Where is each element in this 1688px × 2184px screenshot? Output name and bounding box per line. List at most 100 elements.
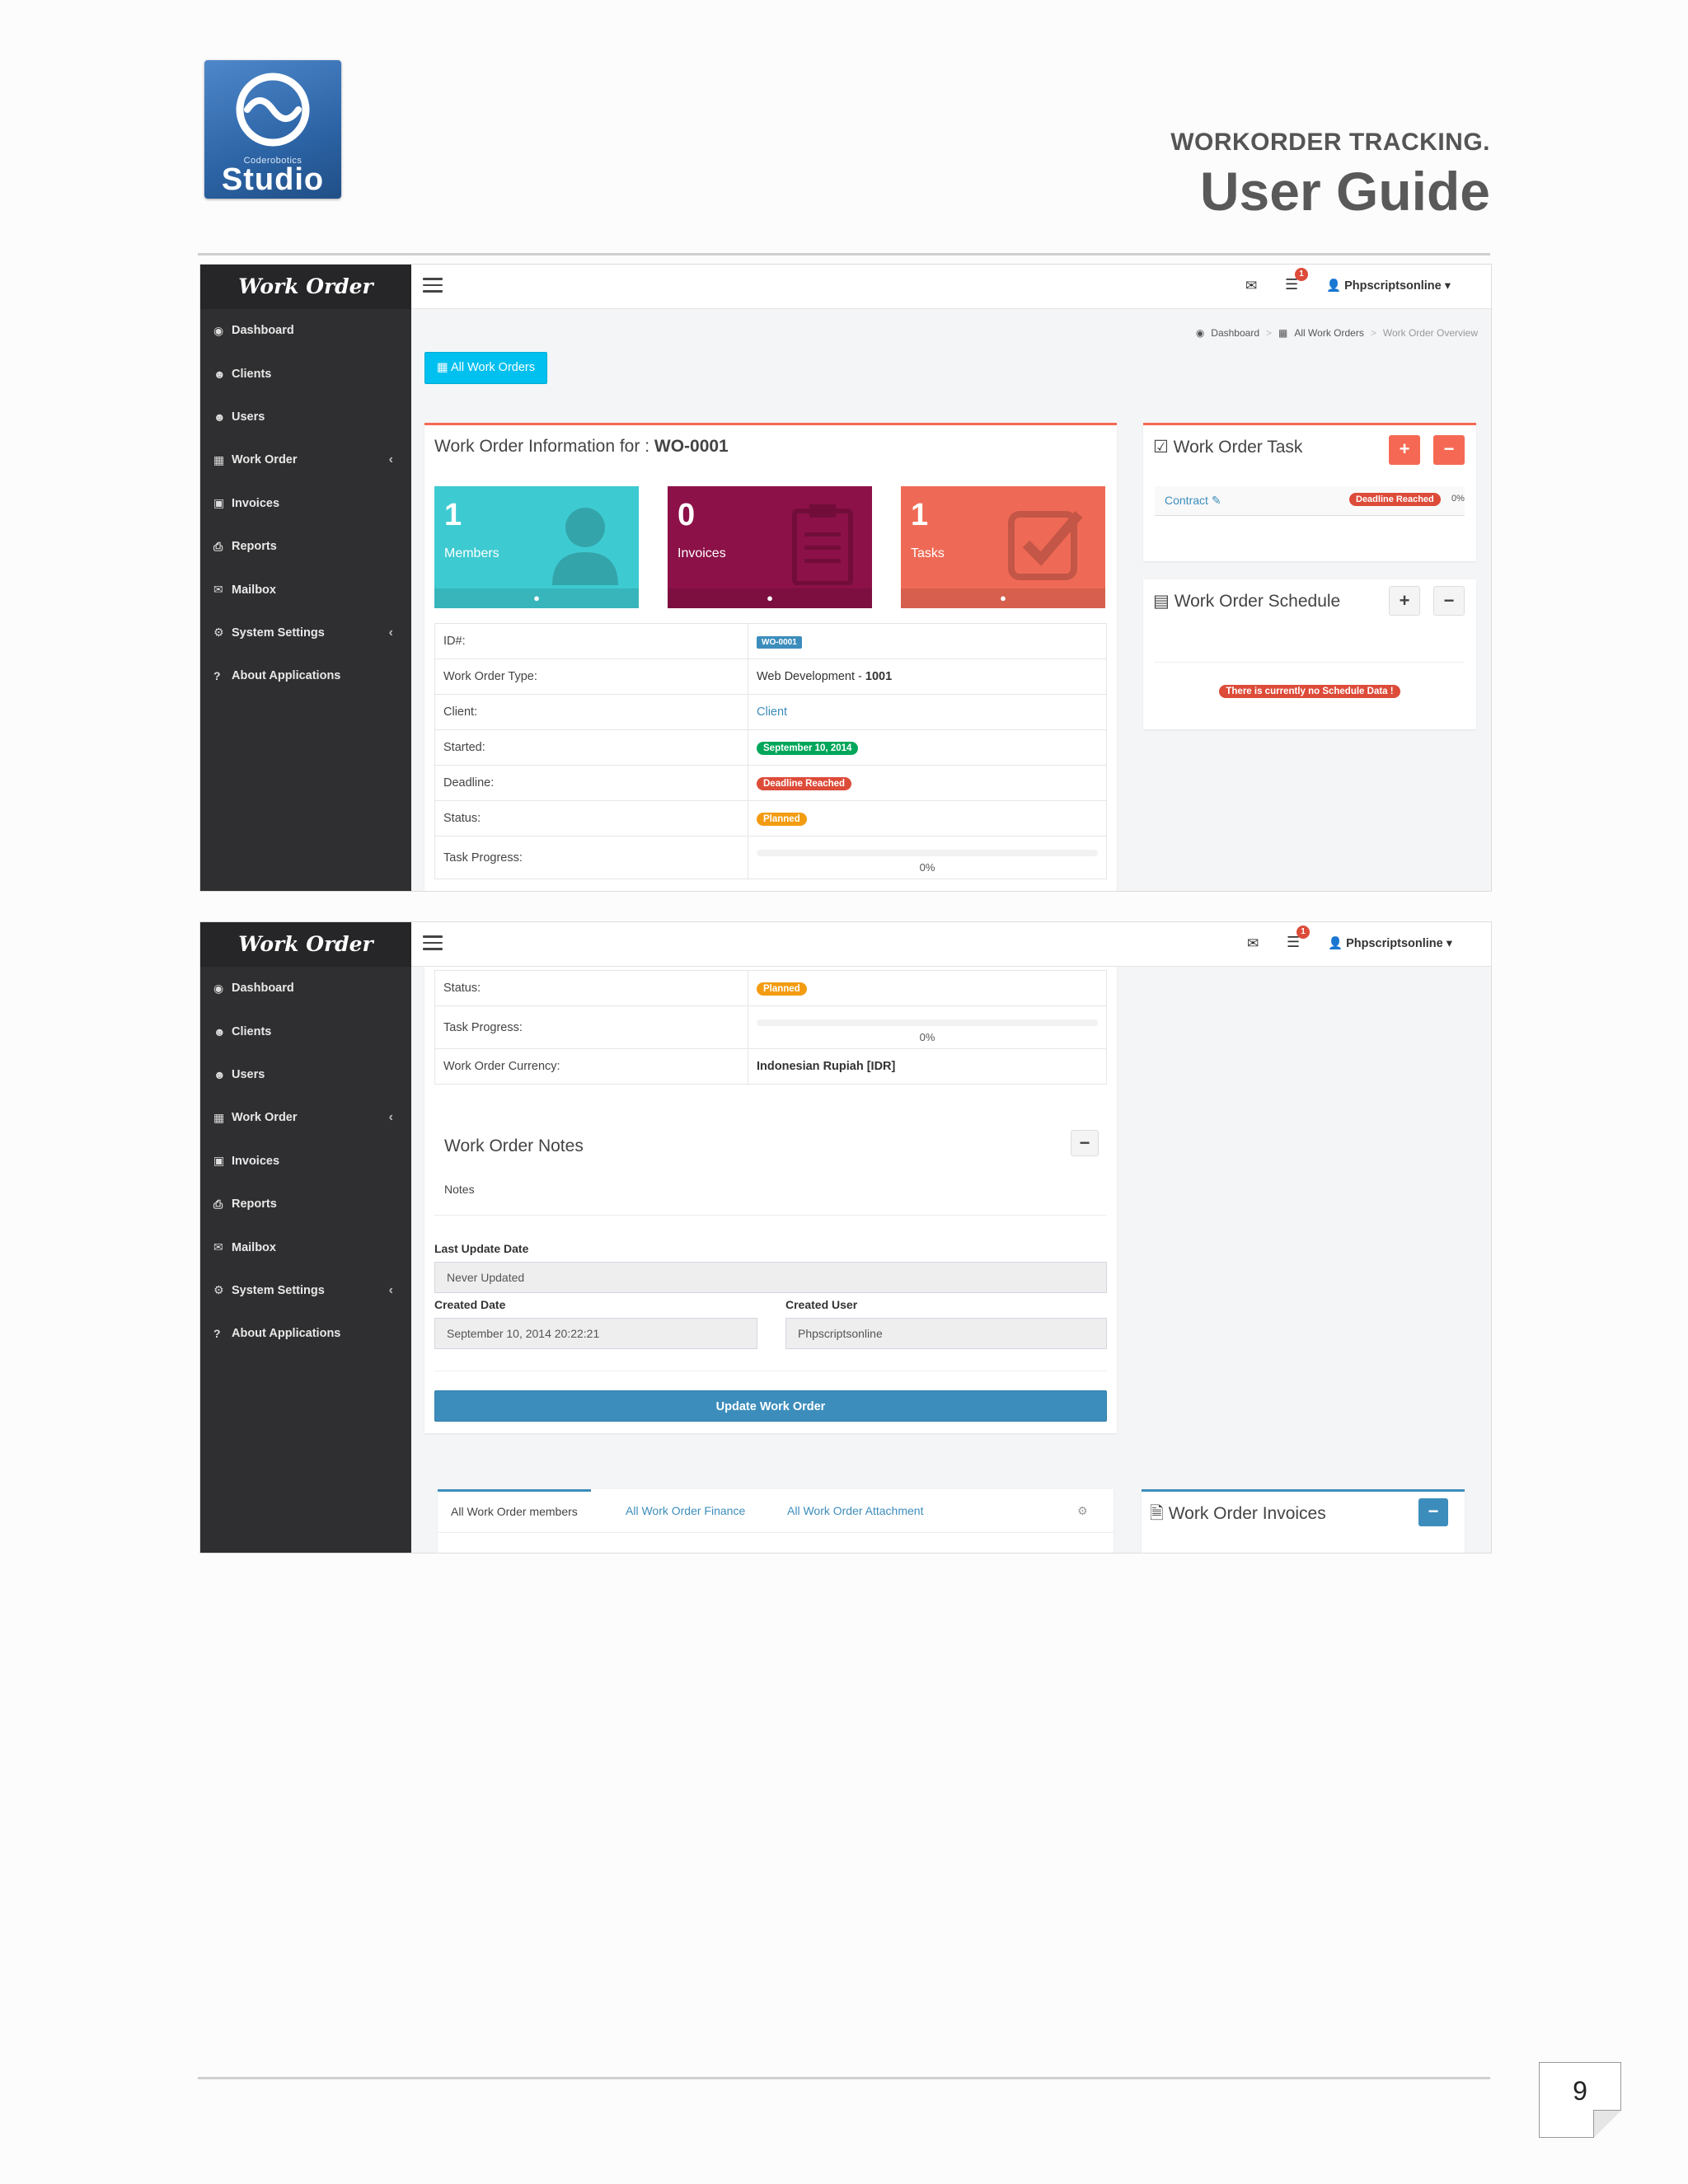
sidebar-item-label: Mailbox (232, 583, 276, 597)
sidebar-item-label: About Applications (232, 1327, 341, 1341)
add-schedule-button[interactable]: + (1389, 586, 1420, 616)
page-curl-icon (1593, 2110, 1621, 2138)
sidebar-item-about-applications[interactable]: ? About Applications (200, 654, 411, 697)
tab-finance[interactable]: All Work Order Finance (626, 1489, 745, 1532)
table-row: Started: September 10, 2014 (434, 729, 1107, 766)
sidebar-item-dashboard[interactable]: ◉ Dashboard (200, 967, 411, 1010)
money-icon: ▣ (213, 496, 225, 510)
sidebar-item-clients[interactable]: ☻ Clients (200, 1010, 411, 1052)
tasks-label: Tasks (911, 546, 945, 560)
dashboard-icon: ◉ (213, 981, 224, 995)
invoices-count: 0 (678, 498, 696, 532)
invoices-tile[interactable]: 0 Invoices ● (668, 486, 872, 608)
all-work-orders-button[interactable]: ▦ All Work Orders (424, 352, 547, 384)
work-order-invoices-title: 🗎 Work Order Invoices (1150, 1504, 1326, 1523)
sidebar-item-work-order[interactable]: ▦ Work Order ‹ (200, 438, 411, 481)
tasks-icon[interactable]: ☰ 1 (1285, 268, 1308, 293)
row-value: WO-0001 (748, 623, 1107, 659)
print-icon: ⎙ (213, 539, 223, 553)
sidebar-item-system-settings[interactable]: ⚙ System Settings ‹ (200, 1269, 411, 1312)
dashboard-icon: ◉ (1195, 327, 1205, 339)
table-row: Client: Client (434, 694, 1107, 730)
last-update-field: Never Updated (434, 1262, 1107, 1293)
breadcrumb-dashboard[interactable]: Dashboard (1211, 327, 1259, 339)
collapse-task-button[interactable]: − (1433, 435, 1465, 465)
work-order-task-title: ☑ Work Order Task (1153, 438, 1303, 457)
sidebar-item-about-applications[interactable]: ? About Applications (200, 1312, 411, 1355)
row-value: Planned (748, 800, 1107, 837)
sidebar-brand[interactable]: Work Order (200, 265, 411, 309)
add-task-button[interactable]: + (1389, 435, 1420, 465)
sidebar-item-work-order[interactable]: ▦ Work Order ‹ (200, 1096, 411, 1139)
chart-icon: ▦ (213, 452, 225, 466)
sidebar-item-label: System Settings (232, 1283, 325, 1297)
collapse-invoices-button[interactable]: − (1418, 1498, 1448, 1526)
deadline-badge: Deadline Reached (757, 776, 852, 790)
task-progress-percent: 0% (919, 1031, 935, 1043)
sidebar-item-mailbox[interactable]: ✉ Mailbox (200, 1226, 411, 1268)
row-value: Indonesian Rupiah [IDR] (748, 1048, 1107, 1085)
collapse-schedule-button[interactable]: − (1433, 586, 1465, 616)
envelope-icon[interactable]: ✉ (1245, 278, 1257, 294)
client-link[interactable]: Client (757, 705, 787, 719)
tab-members[interactable]: All Work Order members (438, 1489, 591, 1532)
main-content: Status: Planned Task Progress: 0% Work Ord… (411, 922, 1491, 1553)
menu-toggle-icon[interactable] (423, 278, 443, 293)
tasks-icon[interactable]: ☰ 1 (1287, 926, 1310, 951)
sidebar-item-invoices[interactable]: ▣ Invoices (200, 1140, 411, 1183)
sidebar-item-users[interactable]: ☻ Users (200, 1053, 411, 1096)
envelope-icon[interactable]: ✉ (1247, 935, 1259, 952)
sidebar: Work Order ◉ Dashboard ☻ Clients ☻ Users ▦ W… (200, 265, 411, 891)
menu-toggle-icon[interactable] (423, 935, 443, 950)
row-label: Task Progress: (434, 836, 748, 879)
sidebar-item-clients[interactable]: ☻ Clients (200, 352, 411, 395)
user-menu[interactable]: 👤 Phpscriptsonline ▾ (1328, 936, 1452, 950)
collapse-notes-button[interactable]: − (1071, 1130, 1099, 1156)
sidebar-item-reports[interactable]: ⎙ Reports (200, 525, 411, 568)
work-order-details-table: Status: Planned Task Progress: 0% Work Ord… (434, 970, 1107, 1085)
topbar: ✉ ☰ 1 👤 Phpscriptsonline ▾ (411, 265, 1491, 309)
task-row[interactable]: Contract ✎ Deadline Reached 0% (1155, 486, 1465, 516)
sidebar-item-system-settings[interactable]: ⚙ System Settings ‹ (200, 612, 411, 654)
row-value: 0% (748, 836, 1107, 879)
table-row: Work Order Currency: Indonesian Rupiah [I… (434, 1048, 1107, 1085)
document-title: User Guide (1199, 161, 1490, 222)
update-work-order-button[interactable]: Update Work Order (434, 1390, 1107, 1422)
breadcrumb-all-work-orders[interactable]: All Work Orders (1294, 327, 1363, 339)
tab-attachment[interactable]: All Work Order Attachment (787, 1489, 923, 1532)
sidebar-item-label: Work Order (232, 1111, 298, 1125)
envelope-icon: ✉ (213, 583, 223, 597)
sidebar-item-label: Users (232, 410, 265, 424)
chart-icon: ▦ (213, 1110, 225, 1124)
chevron-left-icon: ‹ (388, 1110, 393, 1125)
sidebar-item-reports[interactable]: ⎙ Reports (200, 1183, 411, 1226)
sidebar-brand[interactable]: Work Order (200, 922, 411, 967)
sidebar-item-dashboard[interactable]: ◉ Dashboard (200, 309, 411, 352)
all-work-orders-label: All Work Orders (450, 361, 535, 374)
task-name[interactable]: Contract ✎ (1165, 494, 1221, 508)
envelope-icon: ✉ (213, 1240, 223, 1254)
invoices-label: Invoices (678, 546, 726, 560)
work-order-details-table: ID#: WO-0001 Work Order Type: Web Developm… (434, 623, 1107, 879)
cloud-logo-icon (236, 73, 310, 147)
sidebar-item-label: Users (232, 1067, 265, 1081)
chevron-left-icon: ‹ (388, 452, 393, 467)
sidebar-item-invoices[interactable]: ▣ Invoices (200, 482, 411, 525)
row-value: 0% (748, 1005, 1107, 1049)
user-menu[interactable]: 👤 Phpscriptsonline ▾ (1326, 279, 1451, 293)
sidebar-item-label: Mailbox (232, 1240, 276, 1254)
status-badge: Planned (757, 812, 807, 826)
schedule-empty-message: There is currently no Schedule Data ! (1143, 683, 1476, 698)
members-tile[interactable]: 1 Members ● (434, 486, 639, 608)
question-icon: ? (213, 669, 221, 683)
gear-icon[interactable]: ⚙ (1077, 1489, 1088, 1532)
tasks-tile[interactable]: 1 Tasks ● (901, 486, 1105, 608)
dashboard-icon: ◉ (213, 323, 224, 337)
sidebar-item-mailbox[interactable]: ✉ Mailbox (200, 568, 411, 611)
created-date-field: September 10, 2014 20:22:21 (434, 1318, 757, 1349)
sidebar-item-users[interactable]: ☻ Users (200, 396, 411, 438)
row-value: Client (748, 694, 1107, 730)
table-row: Deadline: Deadline Reached (434, 765, 1107, 801)
breadcrumb-current: Work Order Overview (1382, 327, 1478, 339)
members-label: Members (444, 546, 499, 560)
